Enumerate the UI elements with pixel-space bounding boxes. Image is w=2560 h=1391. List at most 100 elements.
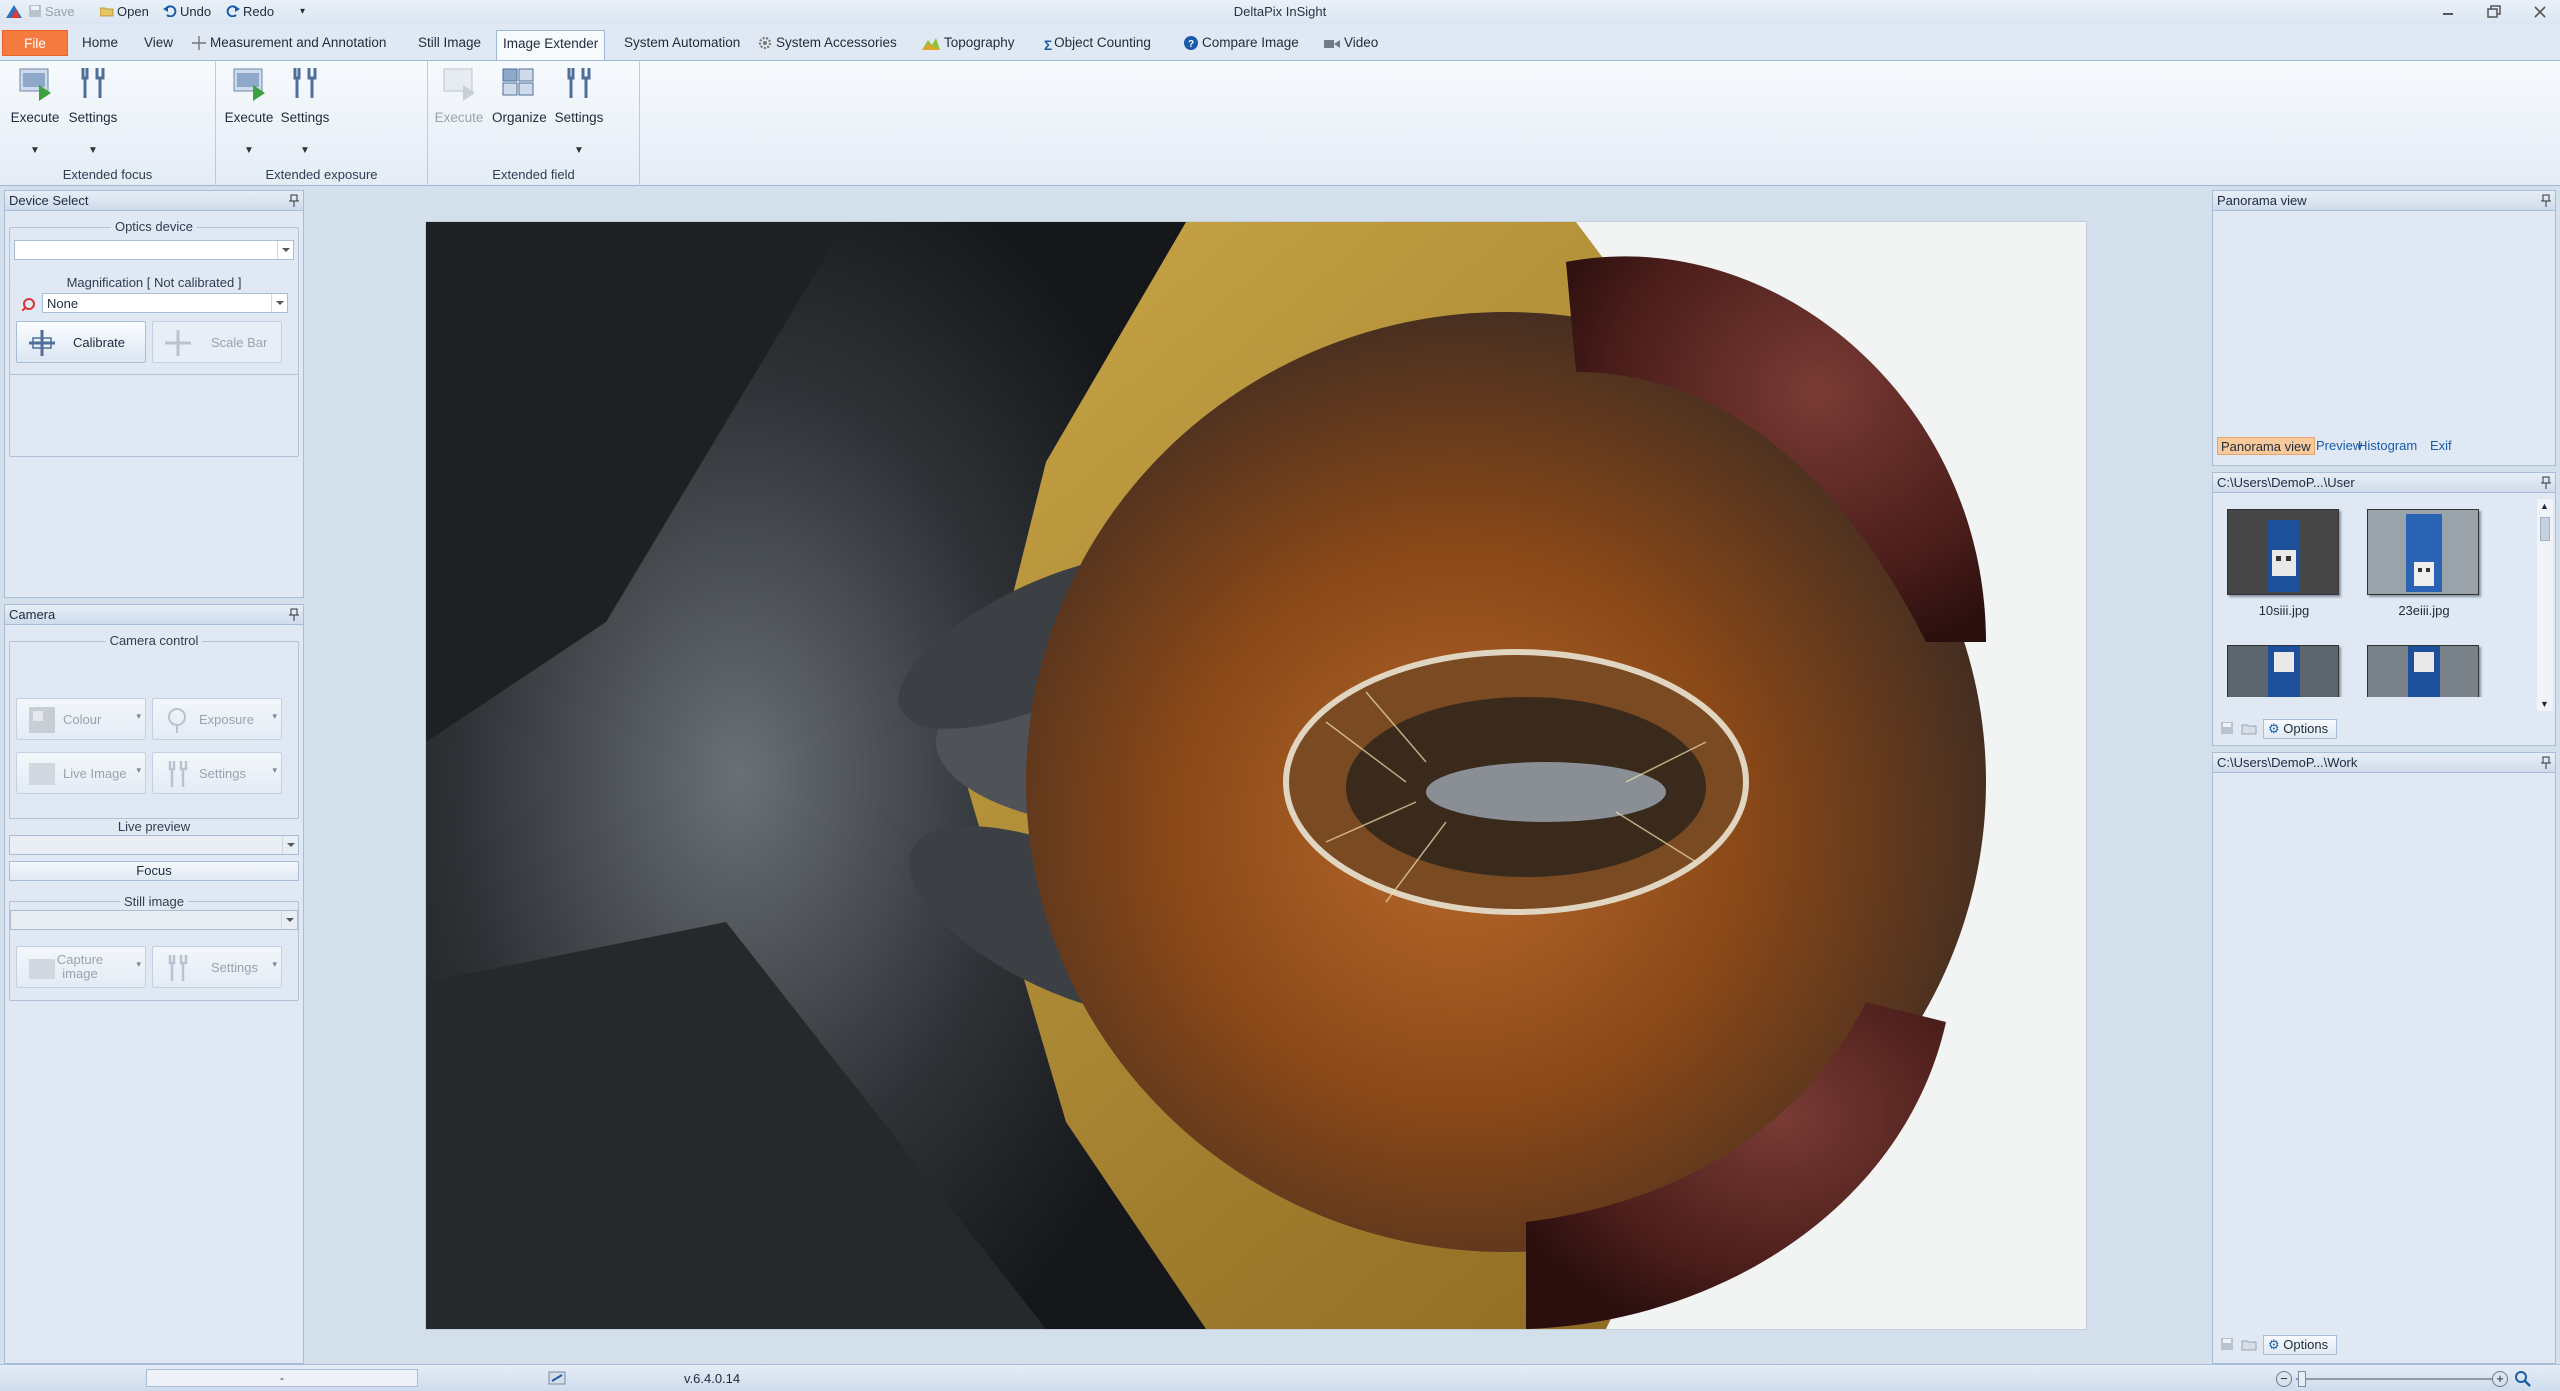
pin-icon[interactable] bbox=[289, 194, 299, 207]
save-icon[interactable] bbox=[2219, 721, 2235, 735]
fly-head-photo bbox=[426, 222, 2086, 1329]
status-tool-icon[interactable] bbox=[548, 1371, 566, 1385]
zoom-out-icon[interactable]: − bbox=[2276, 1371, 2292, 1387]
field-execute-button[interactable]: Execute bbox=[432, 65, 486, 165]
specimen-image[interactable] bbox=[426, 222, 2086, 1329]
tab-home[interactable]: Home bbox=[76, 30, 124, 56]
device-select-title: Device Select bbox=[9, 193, 89, 208]
camera-header: Camera bbox=[5, 605, 303, 625]
close-icon[interactable] bbox=[2526, 2, 2554, 22]
tab-still-image[interactable]: Still Image bbox=[412, 30, 487, 56]
tab-image-extender[interactable]: Image Extender bbox=[496, 30, 606, 60]
execute-exposure-icon bbox=[233, 68, 265, 101]
qat-customize-icon[interactable]: ▾ bbox=[300, 4, 305, 20]
scroll-up-icon[interactable]: ▲ bbox=[2540, 501, 2549, 511]
work-options-button[interactable]: ⚙ Options bbox=[2263, 1335, 2338, 1355]
still-settings-button[interactable]: Settings ▾ bbox=[152, 946, 282, 988]
tab-topography[interactable]: Topography bbox=[916, 30, 1021, 56]
exposure-button[interactable]: Exposure ▾ bbox=[152, 698, 282, 740]
field-settings-button[interactable]: Settings ▼ bbox=[552, 65, 606, 165]
thumbnail-item[interactable]: 23eiii.jpg bbox=[2359, 505, 2489, 625]
exposure-execute-button[interactable]: Execute ▼ bbox=[222, 65, 276, 165]
focus-execute-button[interactable]: Execute ▼ bbox=[8, 65, 62, 165]
folder-icon[interactable] bbox=[2241, 721, 2257, 735]
colour-button[interactable]: Colour ▾ bbox=[16, 698, 146, 740]
field-organize-label: Organize bbox=[492, 110, 547, 125]
thumbnail-scrollbar[interactable]: ▲ ▼ bbox=[2537, 499, 2553, 711]
tab-object-counting[interactable]: Σ Object Counting bbox=[1038, 30, 1157, 56]
pin-icon[interactable] bbox=[289, 608, 299, 621]
user-folder-header: C:\Users\DemoP...\User bbox=[2213, 473, 2555, 493]
qat-undo-button[interactable]: Undo bbox=[163, 4, 211, 20]
ribbon-panel: Execute ▼ Settings ▼ Extended focus Exec… bbox=[0, 60, 2560, 186]
pin-icon[interactable] bbox=[2541, 476, 2551, 489]
tab-histogram[interactable]: Histogram bbox=[2355, 437, 2420, 455]
magnification-group: Magnification [ Not calibrated ] None Ca… bbox=[9, 275, 299, 375]
tab-exif[interactable]: Exif bbox=[2427, 437, 2455, 455]
magnifier-icon[interactable] bbox=[2514, 1370, 2532, 1388]
chevron-down-icon[interactable]: ▼ bbox=[552, 145, 606, 156]
pin-icon[interactable] bbox=[2541, 194, 2551, 207]
thumbnail-item[interactable]: 10siii.jpg bbox=[2219, 505, 2349, 625]
magnification-select[interactable]: None bbox=[42, 293, 288, 313]
field-organize-button[interactable]: Organize bbox=[492, 65, 547, 165]
tab-panorama-view[interactable]: Panorama view bbox=[2217, 437, 2315, 455]
svg-text:?: ? bbox=[1188, 39, 1194, 50]
device-select-panel: Device Select Optics device Magnificatio… bbox=[4, 190, 304, 598]
chevron-down-icon[interactable]: ▼ bbox=[278, 145, 332, 156]
sigma-icon: Σ bbox=[1044, 38, 1053, 53]
qat-redo-label: Redo bbox=[243, 4, 275, 19]
qat-open-button[interactable]: Open bbox=[100, 4, 149, 20]
deltapix-logo-icon[interactable] bbox=[5, 4, 23, 19]
exposure-settings-button[interactable]: Settings ▼ bbox=[278, 65, 332, 165]
tab-compare-image[interactable]: ? Compare Image bbox=[1178, 30, 1305, 56]
chevron-down-icon[interactable] bbox=[277, 241, 293, 259]
live-preview-select[interactable] bbox=[9, 835, 299, 855]
camera-settings-button[interactable]: Settings ▾ bbox=[152, 752, 282, 794]
scroll-down-icon[interactable]: ▼ bbox=[2540, 699, 2549, 709]
tab-video[interactable]: Video bbox=[1318, 30, 1384, 56]
tab-file[interactable]: File bbox=[2, 30, 68, 56]
calibrate-label: Calibrate bbox=[73, 335, 126, 350]
qat-save-button[interactable]: Save bbox=[28, 4, 75, 20]
help-circle-icon: ? bbox=[1184, 36, 1198, 50]
chevron-down-icon[interactable] bbox=[281, 911, 297, 929]
scrollbar-thumb[interactable] bbox=[2540, 517, 2550, 541]
still-image-select[interactable] bbox=[10, 910, 298, 930]
thumbnail-item[interactable] bbox=[2359, 641, 2489, 697]
zoom-slider-thumb[interactable] bbox=[2298, 1371, 2306, 1387]
execute-field-icon bbox=[443, 68, 475, 101]
chevron-down-icon[interactable]: ▼ bbox=[66, 145, 120, 156]
settings-wrench-icon bbox=[293, 68, 317, 98]
tab-measurement-label: Measurement and Annotation bbox=[210, 35, 387, 50]
scale-bar-button[interactable]: Scale Bar bbox=[152, 321, 282, 363]
capture-image-button[interactable]: Capture image ▾ bbox=[16, 946, 146, 988]
restore-icon[interactable] bbox=[2480, 2, 2508, 22]
qat-redo-button[interactable]: Redo bbox=[226, 4, 274, 20]
chevron-down-icon[interactable] bbox=[282, 836, 298, 854]
minimize-icon[interactable] bbox=[2434, 2, 2462, 22]
work-folder-path: C:\Users\DemoP...\Work bbox=[2217, 755, 2358, 770]
redo-icon bbox=[226, 5, 240, 17]
calibrate-button[interactable]: Calibrate bbox=[16, 321, 146, 363]
folder-icon[interactable] bbox=[2241, 1337, 2257, 1351]
optics-device-select[interactable] bbox=[14, 240, 294, 260]
group-extended-exposure: Execute ▼ Settings ▼ Extended exposure bbox=[216, 61, 428, 186]
chevron-down-icon[interactable]: ▼ bbox=[222, 145, 276, 156]
pin-icon[interactable] bbox=[2541, 756, 2551, 769]
tab-view[interactable]: View bbox=[138, 30, 179, 56]
chevron-down-icon[interactable] bbox=[271, 294, 287, 312]
save-icon[interactable] bbox=[2219, 1337, 2235, 1351]
thumbnail-item[interactable] bbox=[2219, 641, 2349, 697]
chevron-down-icon[interactable]: ▼ bbox=[8, 145, 62, 156]
tab-measurement[interactable]: Measurement and Annotation bbox=[186, 30, 392, 56]
user-options-button[interactable]: ⚙ Options bbox=[2263, 719, 2338, 739]
tab-system-automation[interactable]: System Automation bbox=[618, 30, 746, 56]
focus-settings-button[interactable]: Settings ▼ bbox=[66, 65, 120, 165]
zoom-in-icon[interactable]: + bbox=[2492, 1371, 2508, 1387]
tab-system-accessories[interactable]: System Accessories bbox=[752, 30, 903, 56]
magnification-value: None bbox=[47, 296, 79, 311]
live-image-button[interactable]: Live Image ▾ bbox=[16, 752, 146, 794]
zoom-slider[interactable] bbox=[2296, 1378, 2492, 1380]
focus-button[interactable]: Focus bbox=[9, 861, 299, 881]
